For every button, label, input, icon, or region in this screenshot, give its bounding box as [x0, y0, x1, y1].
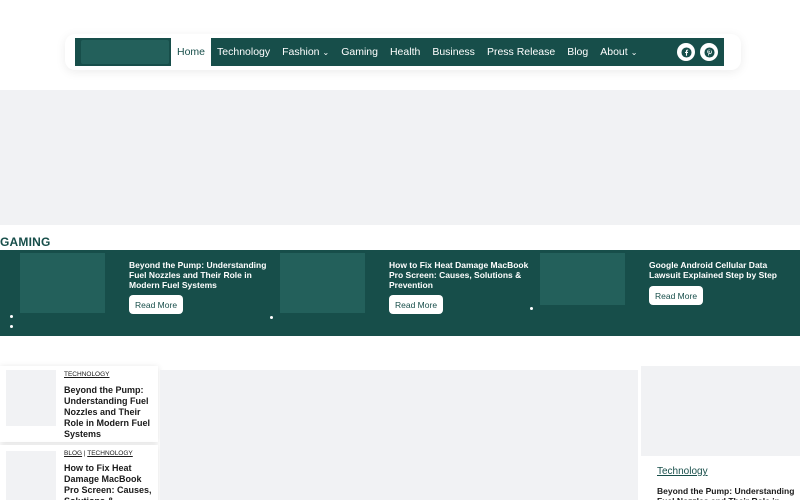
sidebar-thumbnail[interactable] [641, 366, 800, 456]
section-title-gaming: GAMING [0, 235, 51, 249]
main-navbar: Home Technology Fashion ⌄ Gaming Health B… [75, 38, 724, 66]
gaming-carousel: Beyond the Pump: Understanding Fuel Nozz… [0, 252, 800, 336]
slide-title[interactable]: Google Android Cellular Data Lawsuit Exp… [649, 260, 799, 280]
list-item-title[interactable]: How to Fix Heat Damage MacBook Pro Scree… [64, 463, 156, 500]
nav-item-press-release[interactable]: Press Release [481, 38, 561, 66]
slide-title[interactable]: How to Fix Heat Damage MacBook Pro Scree… [389, 260, 539, 290]
slide-title[interactable]: Beyond the Pump: Understanding Fuel Nozz… [129, 260, 279, 290]
nav-item-gaming[interactable]: Gaming [335, 38, 384, 66]
carousel-dot[interactable] [10, 315, 13, 318]
carousel-slide[interactable]: How to Fix Heat Damage MacBook Pro Scree… [260, 252, 528, 336]
list-item[interactable]: TECHNOLOGY Beyond the Pump: Understandin… [0, 366, 158, 442]
carousel-dot[interactable] [270, 316, 273, 319]
sidebar-post-title[interactable]: Beyond the Pump: Understanding Fuel Nozz… [657, 486, 797, 500]
read-more-button[interactable]: Read More [389, 295, 444, 314]
nav-item-label: Press Release [486, 46, 556, 58]
list-thumbnail[interactable] [6, 451, 56, 500]
carousel-slide[interactable]: Google Android Cellular Data Lawsuit Exp… [520, 252, 800, 336]
nav-item-home[interactable]: Home [171, 38, 212, 66]
nav-item-technology[interactable]: Technology [211, 38, 276, 66]
ad-banner-placeholder [0, 90, 800, 225]
carousel-slide[interactable]: Beyond the Pump: Understanding Fuel Nozz… [0, 252, 266, 336]
nav-item-fashion[interactable]: Fashion ⌄ [276, 38, 335, 66]
slide-thumbnail[interactable] [20, 253, 105, 313]
sidebar-category-link[interactable]: Technology [657, 466, 708, 477]
category-links: TECHNOLOGY [64, 371, 110, 378]
nav-item-health[interactable]: Health [384, 38, 426, 66]
facebook-icon[interactable] [677, 43, 695, 61]
read-more-button[interactable]: Read More [649, 286, 704, 305]
nav-menu: Home Technology Fashion ⌄ Gaming Health B… [171, 38, 643, 66]
nav-item-business[interactable]: Business [426, 38, 481, 66]
nav-item-label: Home [177, 46, 206, 58]
chevron-down-icon: ⌄ [322, 47, 330, 57]
carousel-dot[interactable] [10, 325, 13, 328]
carousel-dot[interactable] [530, 307, 533, 310]
slide-thumbnail[interactable] [540, 253, 625, 305]
nav-item-label: Blog [567, 46, 589, 58]
category-link[interactable]: TECHNOLOGY [87, 450, 133, 457]
chevron-down-icon: ⌄ [630, 47, 638, 57]
pinterest-icon[interactable] [700, 43, 718, 61]
page: Home Technology Fashion ⌄ Gaming Health B… [0, 0, 800, 500]
nav-item-label: Business [432, 46, 475, 58]
nav-item-label: Fashion [282, 46, 320, 58]
read-more-button[interactable]: Read More [129, 295, 184, 314]
nav-item-label: Health [389, 46, 421, 58]
social-links [677, 43, 718, 61]
nav-item-about[interactable]: About ⌄ [594, 38, 643, 66]
nav-item-blog[interactable]: Blog [561, 38, 594, 66]
site-logo[interactable] [81, 40, 169, 64]
nav-item-label: Technology [217, 46, 271, 58]
slide-thumbnail[interactable] [280, 253, 365, 313]
list-item-title[interactable]: Beyond the Pump: Understanding Fuel Nozz… [64, 385, 156, 440]
list-item[interactable]: BLOG | TECHNOLOGY How to Fix Heat Damage… [0, 445, 158, 500]
category-link[interactable]: BLOG [64, 450, 82, 457]
nav-item-label: Gaming [341, 46, 378, 58]
list-thumbnail[interactable] [6, 370, 56, 426]
nav-item-label: About [600, 46, 628, 58]
featured-image-placeholder[interactable] [160, 370, 638, 500]
category-link[interactable]: TECHNOLOGY [64, 371, 110, 378]
category-links: BLOG | TECHNOLOGY [64, 450, 133, 457]
